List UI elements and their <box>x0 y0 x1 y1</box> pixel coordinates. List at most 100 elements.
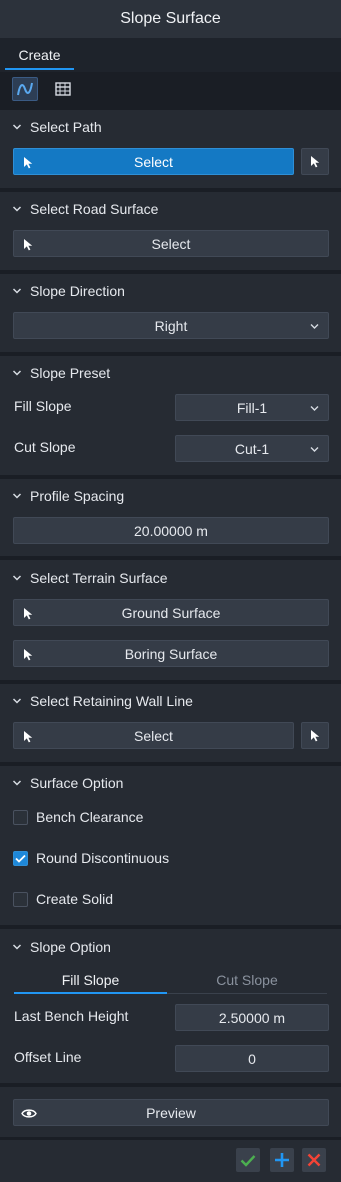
chevron-down-icon <box>12 493 22 499</box>
tab-fill-slope[interactable]: Fill Slope <box>14 967 167 992</box>
bench-clearance-label: Bench Clearance <box>36 809 144 825</box>
add-button[interactable] <box>270 1148 294 1172</box>
surface-option-header[interactable]: Surface Option <box>12 773 123 793</box>
select-retaining-wall-title: Select Retaining Wall Line <box>30 693 193 709</box>
window-title: Slope Surface <box>120 10 221 27</box>
select-path-section: Select Path Select <box>0 110 341 188</box>
select-path-header[interactable]: Select Path <box>12 117 102 137</box>
select-terrain-surface-section: Select Terrain Surface Ground Surface Bo… <box>0 560 341 680</box>
ok-button[interactable] <box>236 1148 260 1172</box>
select-road-surface-title: Select Road Surface <box>30 201 159 217</box>
tab-bar: Create <box>0 38 341 72</box>
slope-direction-value: Right <box>154 317 188 334</box>
cursor-arrow-icon <box>24 157 33 169</box>
bench-clearance-row[interactable]: Bench Clearance <box>13 807 143 827</box>
select-terrain-surface-title: Select Terrain Surface <box>30 570 168 586</box>
chevron-down-icon <box>12 124 22 130</box>
offset-line-input[interactable]: 0 <box>175 1045 329 1072</box>
chevron-down-icon <box>310 324 319 329</box>
slope-preset-section: Slope Preset Fill Slope Fill-1 Cut Slope… <box>0 356 341 475</box>
round-discontinuous-label: Round Discontinuous <box>36 850 170 866</box>
cursor-arrow-icon <box>24 608 33 620</box>
slope-option-section: Slope Option Fill Slope Cut Slope Last B… <box>0 929 341 1083</box>
cursor-arrow-icon <box>24 649 33 661</box>
preview-section: Preview <box>0 1087 341 1137</box>
chevron-down-icon <box>12 206 22 212</box>
profile-spacing-input[interactable]: 20.00000 m <box>13 517 329 544</box>
chevron-down-icon <box>12 575 22 581</box>
chevron-down-icon <box>12 370 22 376</box>
slope-preset-title: Slope Preset <box>30 365 111 381</box>
select-road-surface-button[interactable]: Select <box>13 230 329 257</box>
select-road-surface-button-label: Select <box>151 235 191 252</box>
table-grid-icon <box>55 82 71 96</box>
cursor-arrow-icon <box>310 156 319 168</box>
select-retaining-wall-header[interactable]: Select Retaining Wall Line <box>12 691 193 711</box>
slope-direction-header[interactable]: Slope Direction <box>12 281 125 301</box>
slope-preset-header[interactable]: Slope Preset <box>12 363 110 383</box>
chevron-down-icon <box>12 288 22 294</box>
cursor-arrow-icon <box>24 239 33 251</box>
slope-option-tabs: Fill Slope Cut Slope <box>14 967 327 994</box>
title-bar: Slope Surface <box>0 0 341 38</box>
curve-path-icon <box>17 82 33 96</box>
profile-spacing-header[interactable]: Profile Spacing <box>12 486 124 506</box>
cancel-button[interactable] <box>302 1148 326 1172</box>
round-discontinuous-row[interactable]: Round Discontinuous <box>13 848 169 868</box>
slope-option-header[interactable]: Slope Option <box>12 937 111 957</box>
surface-option-title: Surface Option <box>30 775 124 791</box>
select-path-button-label: Select <box>134 153 173 170</box>
slope-direction-section: Slope Direction Right <box>0 274 341 352</box>
slope-direction-dropdown[interactable]: Right <box>13 312 329 339</box>
last-bench-height-input[interactable]: 2.50000 m <box>175 1004 329 1031</box>
boring-surface-label: Boring Surface <box>124 645 218 662</box>
boring-surface-button[interactable]: Boring Surface <box>13 640 329 667</box>
create-solid-row[interactable]: Create Solid <box>13 889 113 909</box>
profile-spacing-section: Profile Spacing 20.00000 m <box>0 479 341 556</box>
select-retaining-wall-section: Select Retaining Wall Line Select <box>0 684 341 762</box>
select-retaining-wall-button-label: Select <box>134 727 173 744</box>
cut-slope-value: Cut-1 <box>234 440 270 457</box>
ground-surface-button[interactable]: Ground Surface <box>13 599 329 626</box>
select-terrain-surface-header[interactable]: Select Terrain Surface <box>12 568 167 588</box>
last-bench-height-label: Last Bench Height <box>14 1008 129 1024</box>
table-tool-button[interactable] <box>50 77 76 101</box>
eye-icon <box>21 1109 37 1118</box>
select-path-button[interactable]: Select <box>13 148 294 175</box>
profile-spacing-title: Profile Spacing <box>30 488 125 504</box>
cut-slope-dropdown[interactable]: Cut-1 <box>175 435 329 462</box>
cursor-arrow-icon <box>24 731 33 743</box>
bench-clearance-checkbox[interactable] <box>13 809 28 825</box>
pick-retaining-wall-button[interactable] <box>301 722 329 749</box>
checkmark-icon <box>15 854 26 863</box>
create-solid-checkbox[interactable] <box>13 891 28 907</box>
cut-slope-label: Cut Slope <box>14 439 76 455</box>
select-path-title: Select Path <box>30 119 102 135</box>
preview-button-label: Preview <box>146 1104 196 1121</box>
toolbar <box>0 72 341 106</box>
fill-slope-value: Fill-1 <box>236 399 268 416</box>
chevron-down-icon <box>12 944 22 950</box>
tab-cut-slope[interactable]: Cut Slope <box>167 967 327 992</box>
offset-line-label: Offset Line <box>14 1049 82 1065</box>
slope-option-title: Slope Option <box>30 939 111 955</box>
fill-slope-label: Fill Slope <box>14 398 72 414</box>
chevron-down-icon <box>310 447 319 452</box>
select-road-surface-header[interactable]: Select Road Surface <box>12 199 158 219</box>
select-retaining-wall-button[interactable]: Select <box>13 722 294 749</box>
surface-option-section: Surface Option Bench Clearance Round Dis… <box>0 766 341 925</box>
chevron-down-icon <box>12 698 22 704</box>
chevron-down-icon <box>12 780 22 786</box>
cursor-arrow-icon <box>310 730 319 742</box>
plus-icon <box>275 1153 289 1167</box>
curve-path-tool-button[interactable] <box>12 77 38 101</box>
create-solid-label: Create Solid <box>36 891 114 907</box>
pick-path-button[interactable] <box>301 148 329 175</box>
tab-create[interactable]: Create <box>5 38 74 72</box>
preview-button[interactable]: Preview <box>13 1099 329 1126</box>
fill-slope-dropdown[interactable]: Fill-1 <box>175 394 329 421</box>
slope-direction-title: Slope Direction <box>30 283 125 299</box>
round-discontinuous-checkbox[interactable] <box>13 850 28 866</box>
chevron-down-icon <box>310 406 319 411</box>
ground-surface-label: Ground Surface <box>121 604 221 621</box>
